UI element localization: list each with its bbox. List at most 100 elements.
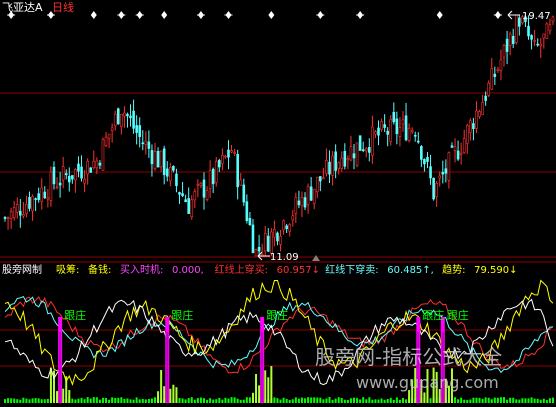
volume-bar bbox=[49, 367, 52, 403]
candle-body bbox=[465, 125, 469, 144]
candle bbox=[153, 142, 157, 171]
candle-body bbox=[340, 157, 344, 169]
candle bbox=[37, 187, 40, 203]
candle-body bbox=[227, 149, 230, 158]
volume-bar bbox=[68, 390, 71, 403]
candle bbox=[71, 175, 74, 184]
candle bbox=[113, 110, 117, 131]
candle bbox=[490, 57, 494, 90]
candle-body bbox=[233, 151, 236, 154]
volume-bar bbox=[83, 399, 86, 403]
candle-body bbox=[120, 113, 123, 128]
candle bbox=[355, 142, 359, 168]
volume-bar bbox=[542, 398, 545, 403]
volume-bar bbox=[92, 397, 95, 403]
candle-body bbox=[141, 142, 145, 145]
candle bbox=[462, 129, 466, 154]
volume-bar bbox=[273, 397, 276, 403]
candle bbox=[187, 187, 190, 214]
symbol-name: 飞亚达A bbox=[2, 1, 43, 14]
volume-bar bbox=[224, 397, 227, 403]
indicator-item-label: 买入时机: bbox=[120, 263, 163, 276]
volume-bar bbox=[457, 399, 460, 403]
volume-bar bbox=[74, 399, 77, 403]
candle-body bbox=[322, 177, 325, 180]
candle-body bbox=[368, 147, 371, 153]
candle-body bbox=[126, 113, 129, 117]
candle-body bbox=[334, 151, 337, 171]
candle bbox=[539, 38, 543, 59]
candle bbox=[432, 177, 435, 201]
indicator-header: 股旁网制 吸筹: 备钱: 买入时机: 0.000, 红线上穿买: 60.957↓ 红线下穿卖… bbox=[2, 263, 517, 276]
candle bbox=[315, 176, 319, 199]
candle-body bbox=[475, 110, 478, 129]
candle bbox=[361, 141, 365, 153]
candle-body bbox=[371, 126, 374, 156]
volume-bar bbox=[319, 397, 322, 403]
candle bbox=[245, 194, 249, 224]
volume-bar bbox=[111, 397, 114, 403]
volume-bar bbox=[86, 397, 89, 403]
candle-body bbox=[12, 207, 16, 218]
volume-bar bbox=[509, 397, 512, 403]
volume-bar bbox=[190, 397, 193, 403]
candle-body bbox=[398, 127, 402, 137]
event-marker-icon bbox=[117, 11, 126, 19]
candle-body bbox=[89, 167, 93, 173]
candle-body bbox=[490, 68, 494, 90]
volume-bar bbox=[31, 398, 34, 403]
candle-body bbox=[25, 204, 28, 214]
candle-body bbox=[187, 198, 190, 214]
candle bbox=[334, 144, 337, 179]
candle-body bbox=[429, 166, 432, 179]
signal-bar bbox=[59, 332, 62, 402]
candle bbox=[306, 183, 310, 214]
candle-body bbox=[135, 125, 138, 133]
candle-body bbox=[450, 145, 454, 148]
candle bbox=[380, 118, 383, 132]
candle-body bbox=[389, 118, 393, 142]
candle-body bbox=[15, 204, 19, 213]
candle bbox=[110, 123, 114, 143]
candle bbox=[208, 160, 212, 198]
candle bbox=[12, 200, 16, 221]
candle-body bbox=[34, 198, 37, 200]
volume-bar bbox=[527, 398, 530, 403]
volume-bar bbox=[255, 373, 258, 403]
candle-body bbox=[254, 249, 258, 257]
candle bbox=[40, 178, 44, 210]
volume-bar bbox=[172, 384, 175, 403]
candle-body bbox=[169, 167, 172, 182]
candle-body bbox=[205, 190, 209, 200]
volume-bar bbox=[353, 397, 356, 403]
candle bbox=[426, 152, 429, 169]
volume-bar bbox=[288, 399, 291, 403]
candle bbox=[459, 142, 463, 165]
candle bbox=[43, 186, 47, 200]
candle-body bbox=[144, 140, 148, 145]
volume-bar bbox=[518, 399, 521, 403]
candle bbox=[181, 181, 184, 198]
volume-bar bbox=[157, 391, 160, 403]
candle-body bbox=[211, 168, 215, 185]
volume-bar bbox=[423, 392, 426, 403]
candle bbox=[257, 234, 261, 256]
candle-body bbox=[453, 146, 457, 151]
volume-bar bbox=[154, 397, 157, 403]
candle-body bbox=[410, 130, 414, 133]
indicator-item-label: 趋势: bbox=[442, 263, 465, 276]
candle-body bbox=[484, 95, 487, 101]
volume-bar bbox=[126, 398, 129, 403]
candle bbox=[499, 49, 503, 81]
candle-body bbox=[61, 166, 65, 181]
period-label: 日线 bbox=[52, 0, 74, 14]
candle-body bbox=[315, 176, 319, 193]
candle-body bbox=[196, 183, 200, 186]
volume-bar bbox=[276, 398, 279, 403]
candle-body bbox=[273, 229, 276, 238]
candle-body bbox=[499, 59, 503, 71]
candle-body bbox=[502, 45, 506, 58]
candle-body bbox=[441, 172, 445, 175]
candle bbox=[9, 207, 13, 229]
volume-bar bbox=[484, 397, 487, 403]
